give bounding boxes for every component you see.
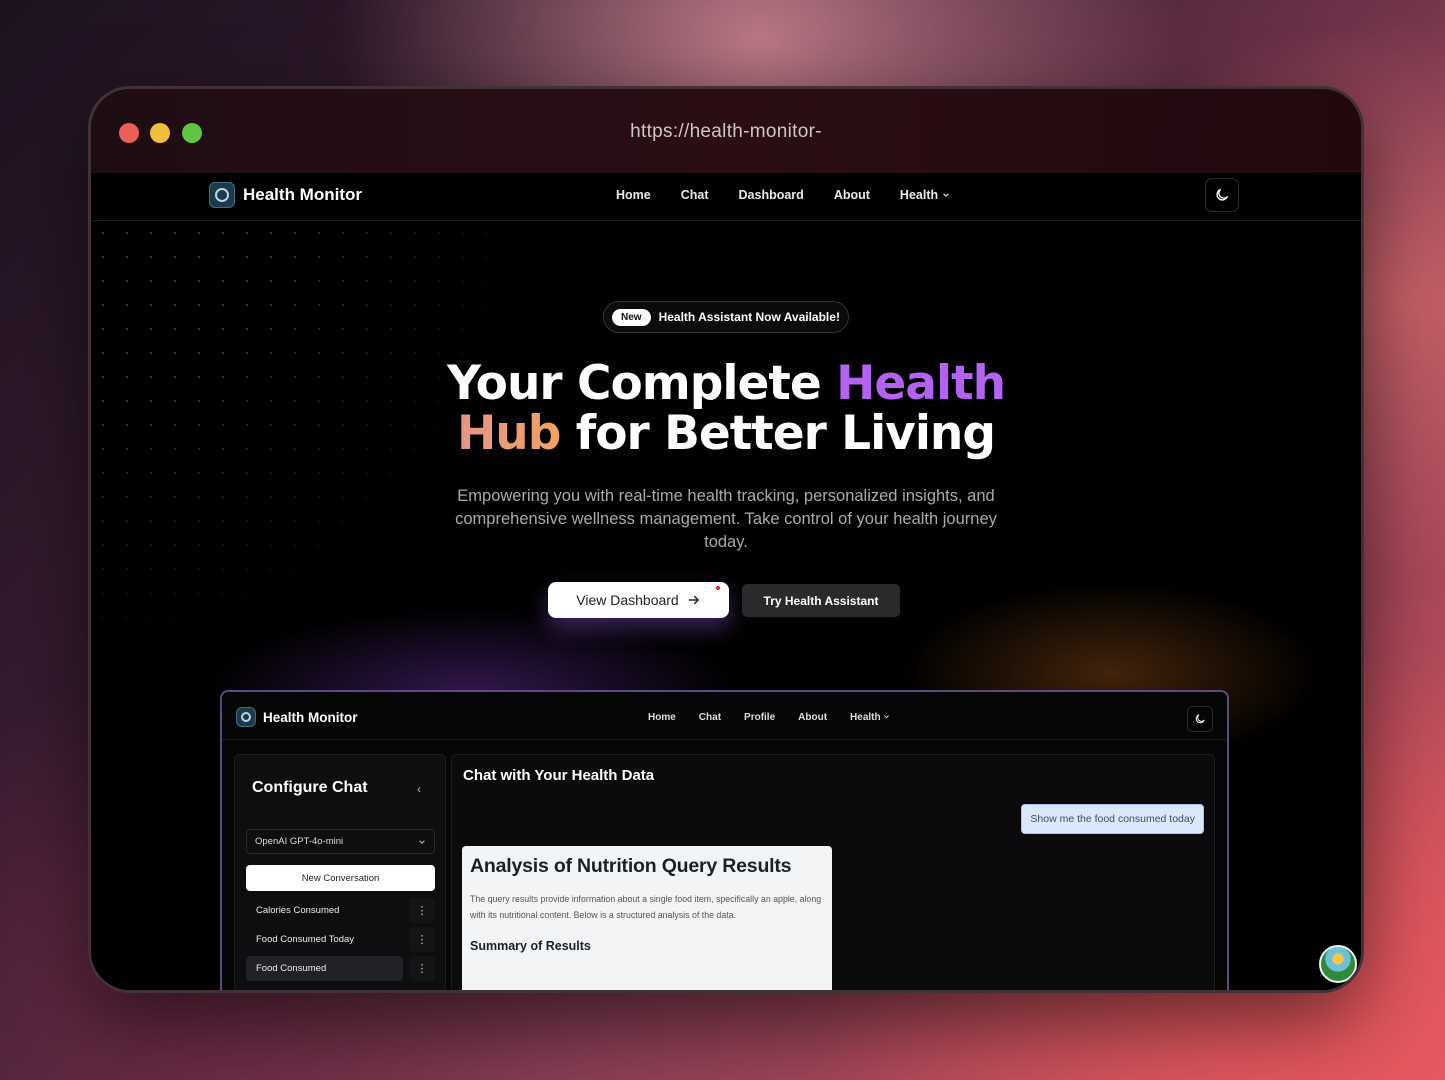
hero-title-part1: Your Complete	[446, 356, 837, 411]
brand[interactable]: Health Monitor	[209, 182, 362, 208]
nav-health-label: Health	[899, 188, 939, 202]
nav-links: Home Chat Dashboard About Health	[616, 188, 950, 202]
preview-nav-health-label: Health	[850, 712, 881, 723]
preview-brand-name: Health Monitor	[263, 709, 358, 725]
conversation-more-icon[interactable]: ⋮	[409, 927, 435, 952]
collapse-sidebar-icon[interactable]: ‹	[417, 782, 421, 796]
notification-dot	[716, 586, 720, 590]
preview-nav-health-dropdown[interactable]: Health	[850, 712, 890, 723]
preview-brand-logo-icon	[236, 707, 256, 727]
web-page: Health Monitor Home Chat Dashboard About…	[91, 173, 1361, 990]
nav-about[interactable]: About	[834, 188, 870, 202]
response-body: The query results provide information ab…	[470, 894, 822, 920]
nav-dashboard[interactable]: Dashboard	[739, 188, 804, 202]
nav-chat[interactable]: Chat	[681, 188, 709, 202]
view-dashboard-label: View Dashboard	[576, 592, 679, 608]
announcement-text: Health Assistant Now Available!	[658, 310, 840, 324]
brand-name: Health Monitor	[243, 185, 362, 204]
nav-home[interactable]: Home	[616, 188, 651, 202]
moon-icon	[1216, 189, 1228, 201]
chevron-down-icon	[419, 839, 425, 844]
preview-brand[interactable]: Health Monitor	[236, 707, 358, 727]
chat-panel: Chat with Your Health Data Show me the f…	[451, 754, 1215, 990]
preview-nav-links: Home Chat Profile About Health	[648, 712, 890, 723]
hero-title-highlight-health: Health	[836, 356, 1006, 411]
hero-title-part2: for Better Living	[560, 406, 996, 461]
theme-toggle-button[interactable]	[1205, 178, 1239, 212]
arrow-right-icon	[688, 595, 699, 605]
address-bar[interactable]: https://health-monitor-	[91, 121, 1361, 143]
nav-health-dropdown[interactable]: Health	[900, 188, 950, 202]
hero-title-highlight-hub: Hub	[456, 406, 561, 461]
response-title: Analysis of Nutrition Query Results	[470, 855, 792, 877]
view-dashboard-button[interactable]: View Dashboard	[548, 582, 729, 618]
preview-nav-about[interactable]: About	[798, 712, 827, 723]
model-select-value: OpenAI GPT-4o-mini	[255, 836, 344, 847]
new-badge: New	[612, 308, 651, 326]
preview-theme-toggle-button[interactable]	[1187, 706, 1213, 732]
browser-window: https://health-monitor- Health Monitor H…	[88, 86, 1364, 993]
brand-logo-icon	[209, 182, 235, 208]
model-select[interactable]: OpenAI GPT-4o-mini	[246, 829, 435, 854]
preview-navbar: Health Monitor Home Chat Profile About H…	[222, 692, 1227, 740]
conversation-more-icon[interactable]: ⋮	[409, 898, 435, 923]
chevron-down-icon	[942, 193, 949, 197]
floating-avatar[interactable]	[1319, 945, 1357, 983]
conversation-item[interactable]: Food Consumed Today	[246, 927, 403, 952]
sidebar-title: Configure Chat	[252, 779, 368, 796]
conversation-item[interactable]: Calories Consumed	[246, 898, 403, 923]
response-subtitle: Summary of Results	[470, 939, 591, 953]
hero-subtitle: Empowering you with real-time health tra…	[455, 487, 997, 551]
announcement-pill[interactable]: New Health Assistant Now Available!	[603, 301, 849, 333]
conversation-more-icon[interactable]: ⋮	[409, 956, 435, 981]
moon-icon	[1195, 714, 1205, 724]
conversation-item-active[interactable]: Food Consumed	[246, 956, 403, 981]
user-message-bubble: Show me the food consumed today	[1021, 804, 1204, 834]
configure-chat-sidebar: Configure Chat ‹ OpenAI GPT-4o-mini New …	[234, 754, 446, 990]
chat-title: Chat with Your Health Data	[463, 767, 655, 784]
app-preview: Health Monitor Home Chat Profile About H…	[220, 690, 1229, 990]
try-health-assistant-button[interactable]: Try Health Assistant	[742, 584, 900, 617]
browser-titlebar: https://health-monitor-	[91, 89, 1361, 173]
preview-nav-chat[interactable]: Chat	[699, 712, 721, 723]
top-navbar: Health Monitor Home Chat Dashboard About…	[91, 173, 1361, 221]
assistant-response-card: Analysis of Nutrition Query Results The …	[462, 846, 832, 990]
preview-nav-profile[interactable]: Profile	[744, 712, 775, 723]
preview-nav-home[interactable]: Home	[648, 712, 676, 723]
hero-title: Your Complete Health Hub for Better Livi…	[91, 359, 1361, 459]
new-conversation-button[interactable]: New Conversation	[246, 865, 435, 891]
chevron-down-icon	[884, 715, 890, 719]
